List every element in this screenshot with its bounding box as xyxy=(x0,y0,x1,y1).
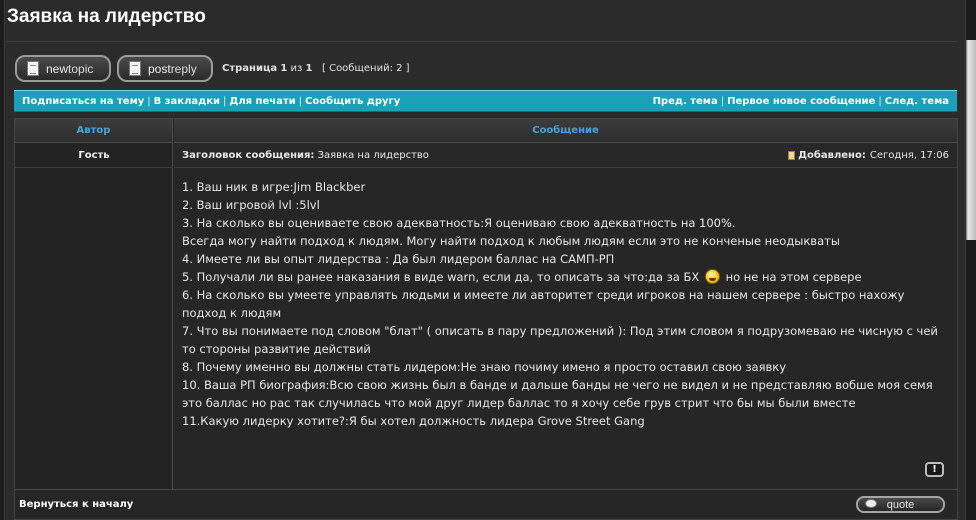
post-line: 11.Какую лидерку хотите?:Я бы хотел долж… xyxy=(182,414,645,428)
report-icon[interactable]: ! xyxy=(925,462,944,477)
post-body: 1. Ваш ник в игре:Jim Blackber 2. Ваш иг… xyxy=(182,178,952,430)
page-title: Заявка на лидерство xyxy=(7,6,206,27)
next-topic-link[interactable]: След. тема xyxy=(885,96,949,107)
post-line: 10. Ваша РП биография:Всю свою жизнь был… xyxy=(182,378,933,410)
author-divider xyxy=(15,167,173,168)
new-topic-button[interactable]: newtopic xyxy=(15,55,111,82)
subject-label: Заголовок сообщения: xyxy=(182,150,315,161)
document-icon xyxy=(27,61,39,76)
bookmark-link[interactable]: В закладки xyxy=(154,96,220,107)
quote-button[interactable]: quote xyxy=(856,496,945,513)
email-friend-link[interactable]: Сообщить другу xyxy=(305,96,400,107)
speech-bubble-icon xyxy=(865,499,877,508)
laughing-smiley-icon xyxy=(704,269,720,284)
print-link[interactable]: Для печати xyxy=(229,96,295,107)
post-reply-label: postreply xyxy=(148,61,197,76)
post-author: Гость xyxy=(78,150,110,161)
first-unread-link[interactable]: Первое новое сообщение xyxy=(727,96,875,107)
post-line: 6. На сколько вы умеете управлять людьми… xyxy=(182,288,905,320)
author-column-header: Автор xyxy=(15,119,173,143)
post-line: 4. Имеете ли вы опыт лидерства : Да был … xyxy=(182,252,615,266)
post-line: 2. Ваш игровой lvl :5lvl xyxy=(182,198,320,212)
post-line: 8. Почему именно вы должны стать лидером… xyxy=(182,360,787,374)
subject-text: Заявка на лидерство xyxy=(317,150,429,161)
message-column-header: Сообщение xyxy=(174,119,957,143)
scrollbar-thumb[interactable] xyxy=(968,40,976,240)
back-to-top-link[interactable]: Вернуться к началу xyxy=(19,499,133,510)
title-divider xyxy=(7,41,957,42)
post-icon[interactable] xyxy=(788,151,796,160)
subscribe-link[interactable]: Подписаться на тему xyxy=(22,96,144,107)
post-line: 7. Что вы понимаете под словом "блат" ( … xyxy=(182,324,938,356)
post-line: 3. На сколько вы оцениваете свою адекват… xyxy=(182,216,736,230)
post-reply-button[interactable]: postreply xyxy=(117,55,213,82)
pagination-label: Страница xyxy=(222,63,278,74)
pagination-total: 1 xyxy=(305,63,313,74)
pagination: Страница 1 из 1 [ Сообщений: 2 ] xyxy=(222,63,410,74)
document-icon xyxy=(129,61,141,76)
post-line: Всегда могу найти подход к людям. Могу н… xyxy=(182,234,840,248)
post-date: Добавлено: Сегодня, 17:06 xyxy=(788,150,949,161)
post-header: Заголовок сообщения: Заявка на лидерство… xyxy=(174,143,957,168)
topic-actions-right: Пред. тема | Первое новое сообщение | След. … xyxy=(652,95,949,107)
author-column: Гость xyxy=(15,143,173,489)
post-line: 5. Получали ли вы ранее наказания в виде… xyxy=(182,269,862,284)
row-divider xyxy=(15,489,957,490)
new-topic-label: newtopic xyxy=(46,61,94,76)
topic-action-bar: Подписаться на тему | В закладки | Для печат… xyxy=(14,90,957,112)
quote-label: quote xyxy=(886,498,915,511)
pagination-of: из xyxy=(290,63,303,74)
message-count: [ Сообщений: 2 ] xyxy=(322,63,410,74)
post-subject: Заголовок сообщения: Заявка на лидерство xyxy=(182,150,429,161)
posted-time: Сегодня, 17:06 xyxy=(869,150,949,161)
pagination-current: 1 xyxy=(280,63,288,74)
post-line: 1. Ваш ник в игре:Jim Blackber xyxy=(182,180,366,194)
topic-actions-left: Подписаться на тему | В закладки | Для печат… xyxy=(22,95,401,107)
previous-topic-link[interactable]: Пред. тема xyxy=(653,96,718,107)
posted-label: Добавлено: xyxy=(798,150,866,161)
